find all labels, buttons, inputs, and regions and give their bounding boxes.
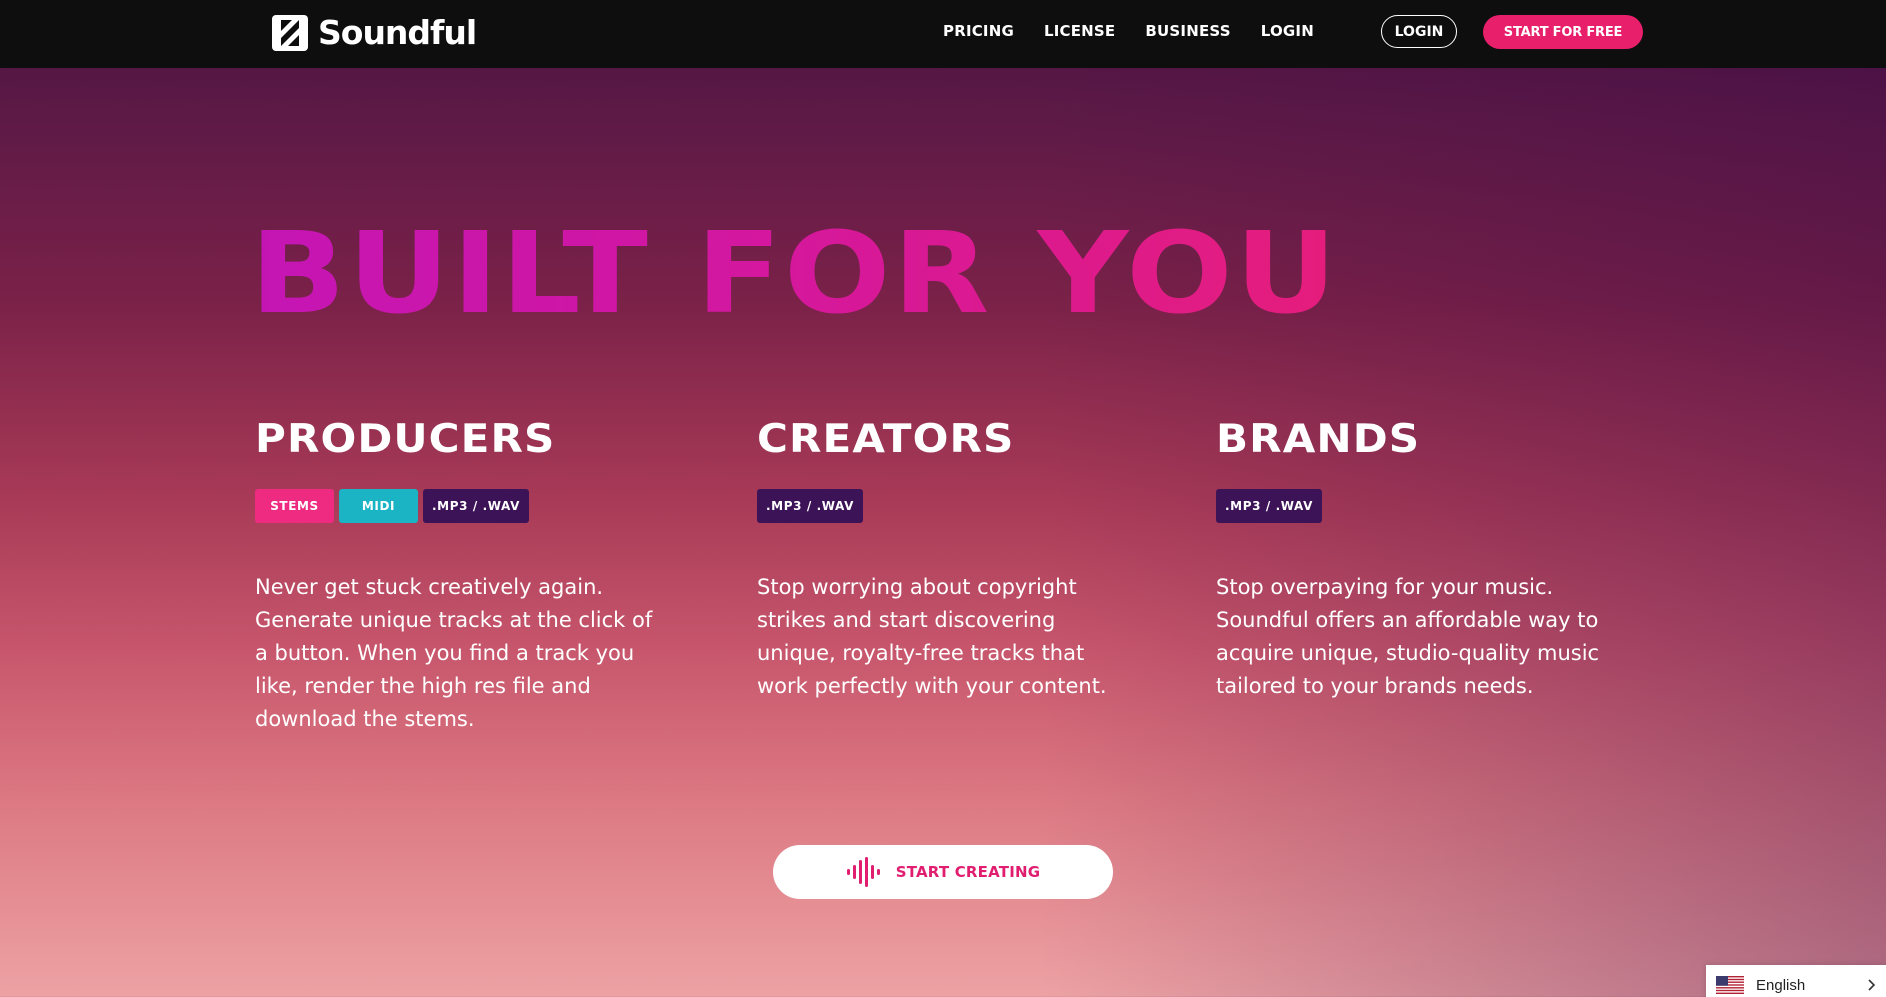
tag-mp3-wav: .MP3 / .WAV <box>1216 489 1322 523</box>
start-for-free-button[interactable]: START FOR FREE <box>1483 15 1643 49</box>
soundful-logo-icon <box>272 14 308 51</box>
column-heading: BRANDS <box>1216 417 1421 462</box>
start-creating-label: START CREATING <box>895 863 1041 881</box>
tag-midi: MIDI <box>339 489 418 523</box>
tag-stems: STEMS <box>255 489 334 523</box>
top-nav: Soundful PRICING LICENSE BUSINESS LOGIN … <box>0 0 1886 68</box>
waveform-icon <box>846 857 880 887</box>
login-button[interactable]: LOGIN <box>1381 15 1457 48</box>
tag-mp3-wav: .MP3 / .WAV <box>757 489 863 523</box>
hero-title: BUILT FOR YOU <box>250 209 1340 339</box>
column-heading: PRODUCERS <box>255 417 556 462</box>
language-selector[interactable]: English <box>1706 965 1886 997</box>
column-description: Stop worrying about copyright strikes an… <box>757 575 1107 698</box>
logo[interactable]: Soundful <box>272 13 477 52</box>
start-creating-button[interactable]: START CREATING <box>773 845 1113 899</box>
nav-link-business[interactable]: BUSINESS <box>1145 22 1230 40</box>
column-description: Stop overpaying for your music. Soundful… <box>1216 575 1600 698</box>
column-creators: CREATORS .MP3 / .WAV Stop worrying about… <box>757 420 1127 724</box>
tag-list: .MP3 / .WAV <box>757 489 1127 523</box>
tag-mp3-wav: .MP3 / .WAV <box>423 489 529 523</box>
nav-link-login[interactable]: LOGIN <box>1261 22 1314 40</box>
column-producers: PRODUCERS STEMS MIDI .MP3 / .WAV Never g… <box>255 420 665 757</box>
tag-list: STEMS MIDI .MP3 / .WAV <box>255 489 665 523</box>
chevron-right-icon <box>1868 979 1876 991</box>
nav-links: PRICING LICENSE BUSINESS LOGIN <box>943 0 1314 62</box>
nav-link-license[interactable]: LICENSE <box>1044 22 1115 40</box>
language-label: English <box>1756 976 1806 994</box>
nav-link-pricing[interactable]: PRICING <box>943 22 1014 40</box>
logo-text: Soundful <box>318 13 477 52</box>
column-heading: CREATORS <box>757 417 1015 462</box>
tag-list: .MP3 / .WAV <box>1216 489 1616 523</box>
column-brands: BRANDS .MP3 / .WAV Stop overpaying for y… <box>1216 420 1616 724</box>
column-description: Never get stuck creatively again. Genera… <box>255 575 653 731</box>
us-flag-icon <box>1716 976 1744 994</box>
